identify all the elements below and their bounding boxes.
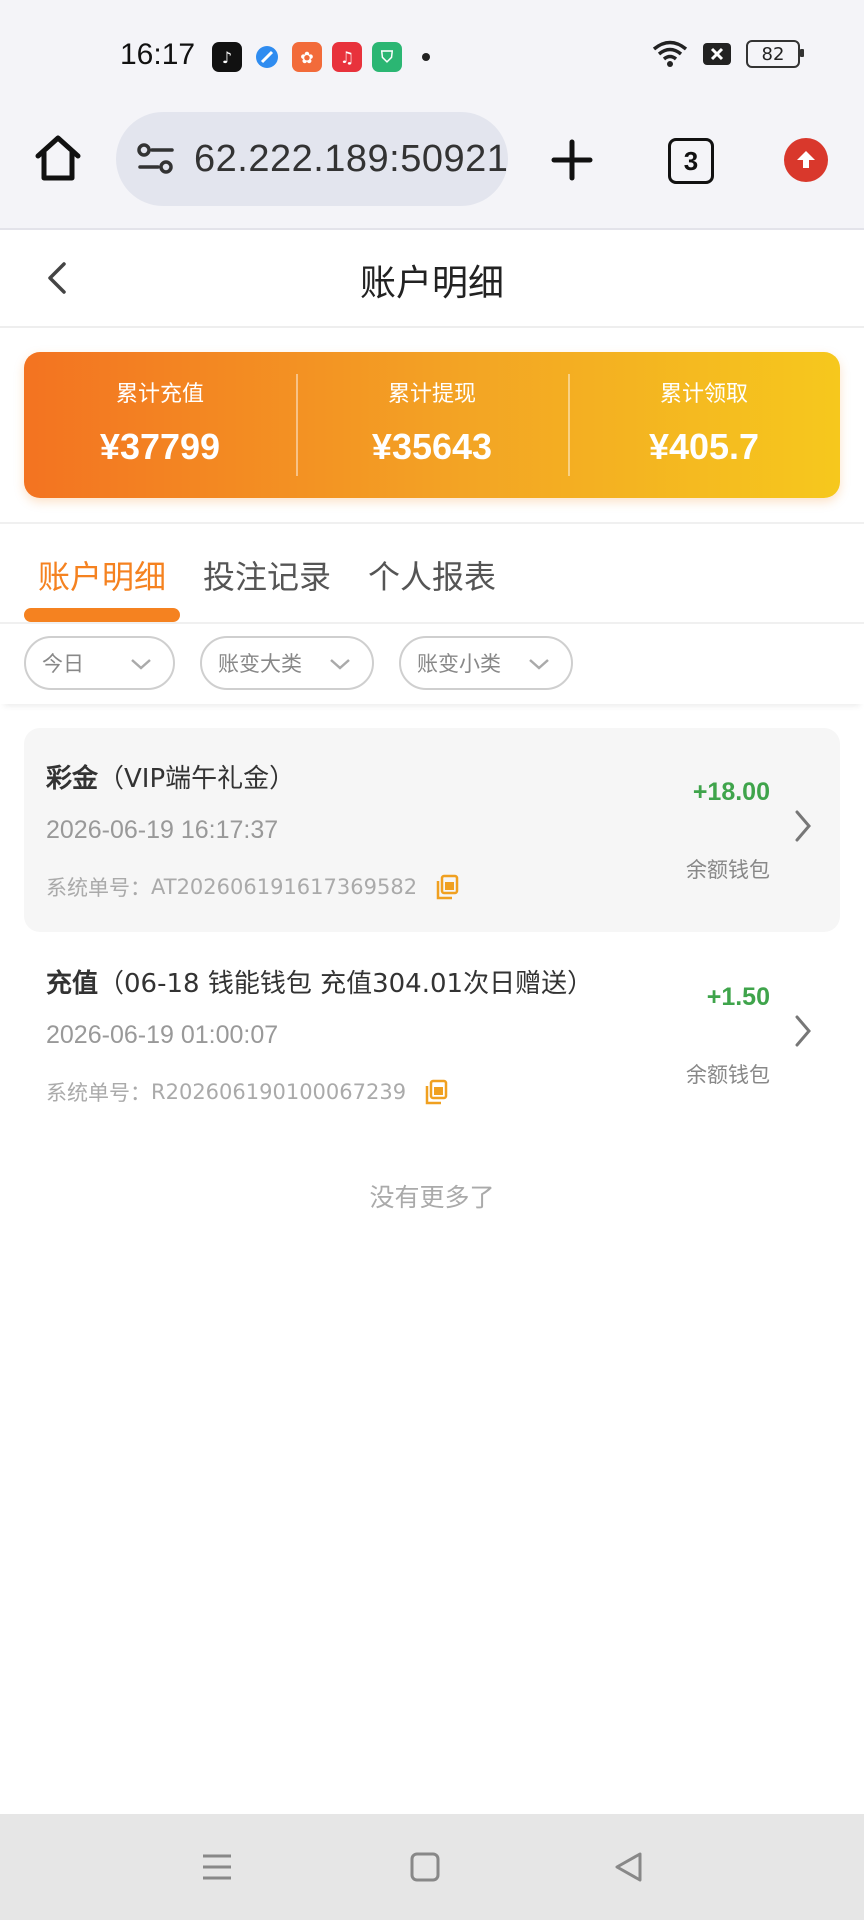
record-order: 系统单号： R202606190100067239 bbox=[46, 1077, 448, 1107]
summary-total-withdraw: 累计提现 ¥35643 bbox=[296, 352, 568, 498]
back-nav-icon[interactable] bbox=[612, 1850, 646, 1884]
record-datetime: 2026-06-19 01:00:07 bbox=[46, 1021, 279, 1049]
summary-total-claimed: 累计领取 ¥405.7 bbox=[568, 352, 840, 498]
summary-total-deposit: 累计充值 ¥37799 bbox=[24, 352, 296, 498]
record-amount: +18.00 bbox=[692, 778, 770, 806]
summary-value: ¥37799 bbox=[99, 426, 221, 467]
chevron-right-icon[interactable] bbox=[792, 1013, 814, 1049]
more-notifications-dot bbox=[422, 53, 430, 61]
tiktok-icon: ♪ bbox=[212, 42, 242, 72]
chevron-down-icon bbox=[330, 659, 350, 670]
status-time: 16:17 bbox=[120, 38, 196, 71]
no-more-text: 没有更多了 bbox=[369, 1183, 495, 1212]
summary-card: 累计充值 ¥37799 累计提现 ¥35643 累计领取 ¥405.7 bbox=[24, 352, 840, 498]
filter-date-select[interactable]: 今日 bbox=[24, 636, 175, 690]
summary-value: ¥405.7 bbox=[648, 426, 760, 467]
system-navigation-bar bbox=[0, 1814, 864, 1920]
record-order: 系统单号： AT202606191617369582 bbox=[46, 872, 459, 902]
record-note: （VIP端午礼金） bbox=[98, 764, 296, 794]
chevron-down-icon bbox=[529, 659, 549, 670]
no-sim-icon bbox=[703, 43, 731, 65]
filter-value: 账变小类 bbox=[417, 652, 501, 676]
filter-bar: 今日 账变大类 账变小类 bbox=[0, 624, 864, 704]
shield-icon: ⛉ bbox=[372, 42, 402, 72]
update-button[interactable] bbox=[784, 138, 828, 182]
recent-apps-icon[interactable] bbox=[200, 1850, 234, 1884]
list-item[interactable]: 充值（06-18 钱能钱包 充值304.01次日赠送） 2026-06-19 0… bbox=[24, 933, 840, 1137]
url-text[interactable]: 62.222.189:50921 bbox=[194, 138, 508, 181]
filter-subcategory-select[interactable]: 账变小类 bbox=[399, 636, 573, 690]
game-icon: ✿ bbox=[292, 42, 322, 72]
tab-bet-records[interactable]: 投注记录 bbox=[203, 552, 331, 598]
record-title: 充值（06-18 钱能钱包 充值304.01次日赠送） bbox=[46, 963, 593, 1000]
summary-label: 累计提现 bbox=[387, 382, 476, 407]
record-wallet: 余额钱包 bbox=[686, 1063, 770, 1087]
notification-icons: ♪ ✿ ♫ ⛉ bbox=[212, 42, 430, 72]
home-icon[interactable] bbox=[32, 132, 84, 184]
wifi-icon bbox=[652, 40, 688, 67]
record-note: （06-18 钱能钱包 充值304.01次日赠送） bbox=[98, 969, 594, 999]
record-wallet: 余额钱包 bbox=[686, 858, 770, 882]
order-label: 系统单号： bbox=[46, 876, 151, 900]
summary-label: 累计领取 bbox=[659, 382, 748, 407]
order-label: 系统单号： bbox=[46, 1081, 151, 1105]
record-datetime: 2026-06-19 16:17:37 bbox=[46, 816, 279, 844]
battery-indicator: 82 bbox=[746, 40, 804, 68]
status-right: 82 bbox=[652, 40, 804, 68]
page-header: 账户明细 bbox=[0, 230, 864, 328]
copy-icon[interactable] bbox=[435, 874, 459, 900]
url-bar[interactable]: 62.222.189:50921 bbox=[116, 112, 508, 206]
list-item[interactable]: 彩金（VIP端午礼金） 2026-06-19 16:17:37 系统单号： AT… bbox=[24, 728, 840, 932]
music-icon: ♫ bbox=[332, 42, 362, 72]
chevron-right-icon[interactable] bbox=[792, 808, 814, 844]
tab-bar: 账户明细 投注记录 个人报表 bbox=[0, 524, 864, 624]
record-amount: +1.50 bbox=[706, 983, 770, 1011]
filter-value: 今日 bbox=[42, 652, 84, 676]
summary-value: ¥35643 bbox=[371, 426, 493, 467]
site-settings-icon[interactable] bbox=[136, 139, 176, 179]
home-nav-icon[interactable] bbox=[408, 1850, 442, 1884]
browser-chrome: 16:17 ♪ ✿ ♫ ⛉ 82 62.222.189:50921 3 bbox=[0, 0, 864, 230]
active-tab-indicator bbox=[24, 608, 180, 622]
tab-personal-report[interactable]: 个人报表 bbox=[368, 552, 496, 598]
order-number: AT202606191617369582 bbox=[151, 875, 418, 899]
page-title: 账户明细 bbox=[359, 263, 504, 304]
summary-label: 累计充值 bbox=[115, 382, 204, 407]
order-number: R202606190100067239 bbox=[151, 1080, 407, 1104]
copy-icon[interactable] bbox=[424, 1079, 448, 1105]
record-type: 充值 bbox=[46, 969, 99, 999]
arrow-up-icon bbox=[797, 151, 815, 168]
tab-switcher-button[interactable]: 3 bbox=[668, 138, 714, 184]
tab-account-details[interactable]: 账户明细 bbox=[38, 552, 166, 598]
record-title: 彩金（VIP端午礼金） bbox=[46, 758, 295, 795]
filter-value: 账变大类 bbox=[218, 652, 302, 676]
new-tab-icon[interactable] bbox=[548, 136, 596, 184]
filter-category-select[interactable]: 账变大类 bbox=[200, 636, 374, 690]
chevron-down-icon bbox=[131, 659, 151, 670]
browser-icon bbox=[252, 42, 282, 72]
record-type: 彩金 bbox=[46, 764, 99, 794]
